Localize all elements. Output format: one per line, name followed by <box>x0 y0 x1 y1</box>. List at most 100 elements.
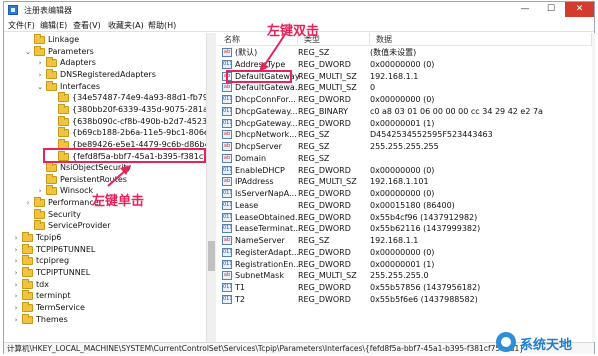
value-name: Domain <box>235 153 267 163</box>
value-row[interactable]: ab DhcpServer REG_SZ 255.255.255.255 <box>218 141 592 153</box>
binary-value-icon: 011 <box>222 294 232 304</box>
value-row[interactable]: 011 AddressType REG_DWORD 0x00000000 (0) <box>218 59 592 71</box>
value-data: 192.168.1.1 <box>370 236 419 245</box>
tree-node-label: Security <box>48 209 81 219</box>
value-row[interactable]: 011 T1 REG_DWORD 0x55b57856 (1437956182) <box>218 282 592 294</box>
value-row[interactable]: ab DhcpNetwork... REG_SZ D4542534552595F523… <box>218 129 592 141</box>
value-row[interactable]: 011 EnableDHCP REG_DWORD 0x00000000 (0) <box>218 165 592 177</box>
value-type: REG_DWORD <box>298 165 351 175</box>
tree-expander-icon[interactable]: › <box>12 279 20 291</box>
value-row[interactable]: 011 DhcpGateway... REG_DWORD 0x00000001 (1) <box>218 118 592 130</box>
tree-expander-icon[interactable]: › <box>36 185 44 197</box>
tree-expander-icon[interactable]: › <box>36 69 44 81</box>
tree-scrollbar-thumb[interactable] <box>208 241 215 271</box>
value-name: DhcpServer <box>235 142 282 151</box>
tree-expander-icon[interactable]: › <box>12 302 20 314</box>
value-data: 0x00000001 (1) <box>370 118 435 128</box>
folder-icon <box>34 220 45 231</box>
tree-expander-icon[interactable]: ⌄ <box>36 81 44 93</box>
tree-expander-icon[interactable]: › <box>36 57 44 69</box>
column-header-data[interactable]: 数据 <box>370 33 592 46</box>
menu-help[interactable]: 帮助(H) <box>148 20 176 31</box>
tree-expander-icon[interactable]: › <box>12 255 20 267</box>
value-row[interactable]: ab DefaultGatewa... REG_MULTI_SZ 0 <box>218 82 592 94</box>
value-name: SubnetMask <box>235 271 284 281</box>
value-name: IPAddress <box>235 177 274 187</box>
value-type: REG_DWORD <box>298 294 351 304</box>
value-type: REG_DWORD <box>298 247 351 257</box>
maximize-button[interactable]: ☐ <box>538 2 564 17</box>
value-row[interactable]: 011 RegisterAdapt... REG_DWORD 0x00000000 (… <box>218 247 592 259</box>
tree-node-label: Adapters <box>60 58 96 68</box>
value-name: DhcpNetwork... <box>235 130 297 140</box>
value-row[interactable]: ab IPAddress REG_MULTI_SZ 192.168.1.101 <box>218 176 592 188</box>
tree-expander-icon[interactable]: › <box>12 267 20 279</box>
menu-view[interactable]: 查看(V) <box>73 20 101 31</box>
value-name: Lease <box>235 200 259 210</box>
value-row[interactable]: 011 Lease REG_DWORD 0x00015180 (86400) <box>218 200 592 212</box>
value-row[interactable]: 011 DhcpGateway... REG_BINARY c0 a8 03 01 0… <box>218 106 592 118</box>
menu-file[interactable]: 文件(F) <box>8 20 35 31</box>
tree-node-label: {638b090c-cf8b-490b-b2d7-45231ddfb773 <box>72 116 215 126</box>
value-row[interactable]: 011 LeaseObtained... REG_DWORD 0x55b4cf96 (… <box>218 212 592 224</box>
value-type: REG_DWORD <box>298 200 351 210</box>
binary-value-icon: 011 <box>222 95 232 104</box>
value-data: 0x55b4cf96 (1437912982) <box>370 212 478 222</box>
tree-expander-icon[interactable]: › <box>12 290 20 302</box>
tree-node-label: Parameters <box>48 46 94 56</box>
value-type: REG_MULTI_SZ <box>298 71 357 81</box>
value-type: REG_SZ <box>298 130 330 140</box>
value-row[interactable]: 011 DhcpConnFor... REG_DWORD 0x00000000 (0) <box>218 94 592 106</box>
tree-node-label: tcpipreg <box>36 256 70 266</box>
registry-key-tree[interactable]: Linkage ⌄ Parameters › Adapters › DNSRegistere… <box>4 33 216 342</box>
binary-value-icon: 011 <box>222 189 232 198</box>
folder-icon <box>34 45 45 56</box>
folder-icon <box>46 173 57 184</box>
tree-node-label: TCPIPTUNNEL <box>36 268 91 277</box>
close-button[interactable]: ✕ <box>565 2 594 17</box>
folder-icon <box>58 115 69 126</box>
value-name: DhcpGateway... <box>235 118 298 128</box>
value-name: T1 <box>235 283 245 292</box>
tree-expander-icon[interactable]: › <box>12 244 20 256</box>
tree-node-label: {b69cb188-2b6a-11e5-9bc1-806e6f6e6963 <box>72 128 215 138</box>
value-type: REG_DWORD <box>298 259 351 269</box>
value-type: REG_SZ <box>298 142 330 151</box>
value-row[interactable]: 011 T2 REG_DWORD 0x55b5f6e6 (1437988582) <box>218 294 592 306</box>
highlight-interface-key-box <box>43 148 206 163</box>
value-row[interactable]: ab Domain REG_SZ <box>218 153 592 165</box>
minimize-button[interactable]: — <box>512 2 538 17</box>
value-name: RegistrationEn... <box>235 259 301 269</box>
folder-icon <box>22 278 33 289</box>
value-type: REG_SZ <box>298 48 330 57</box>
value-data: 0x55b57856 (1437956182) <box>370 283 481 292</box>
binary-value-icon: 011 <box>222 259 232 269</box>
tree-node-label: tdx <box>36 279 49 289</box>
value-type: REG_DWORD <box>298 189 351 198</box>
folder-icon <box>46 68 57 79</box>
folder-icon <box>46 162 57 173</box>
value-row[interactable]: 011 LeaseTerminat... REG_DWORD 0x55b62116 (… <box>218 223 592 235</box>
values-scrollbar[interactable] <box>592 33 595 342</box>
value-row[interactable]: ab (默认) REG_SZ (数值未设置) <box>218 47 592 59</box>
menu-favorites[interactable]: 收藏夹(A) <box>108 20 144 31</box>
regedit-app-icon <box>8 5 18 15</box>
string-value-icon: ab <box>222 83 232 93</box>
menu-edit[interactable]: 编辑(E) <box>40 20 67 31</box>
tree-expander-icon[interactable]: › <box>12 314 20 326</box>
value-row[interactable]: 011 IsServerNapA... REG_DWORD 0x00000000 (0… <box>218 188 592 200</box>
tree-expander-icon[interactable]: ⌄ <box>24 46 32 58</box>
folder-icon <box>46 80 57 91</box>
tree-expander-icon[interactable]: › <box>12 232 20 244</box>
value-row[interactable]: ab SubnetMask REG_MULTI_SZ 255.255.255.0 <box>218 270 592 282</box>
value-row[interactable]: 011 RegistrationEn... REG_DWORD 0x00000001 … <box>218 259 592 271</box>
value-type: REG_MULTI_SZ <box>298 177 357 187</box>
value-data: c0 a8 03 01 06 00 00 00 cc 34 29 42 e2 7… <box>370 106 543 116</box>
value-type: REG_DWORD <box>298 224 351 234</box>
string-value-icon: ab <box>222 153 232 163</box>
annotation-double-click: 左键双击 <box>267 24 320 39</box>
tree-expander-icon[interactable]: › <box>24 197 32 209</box>
tree-node-label: Interfaces <box>60 81 100 91</box>
tree-scrollbar[interactable] <box>206 33 216 342</box>
value-row[interactable]: ab NameServer REG_SZ 192.168.1.1 <box>218 235 592 247</box>
